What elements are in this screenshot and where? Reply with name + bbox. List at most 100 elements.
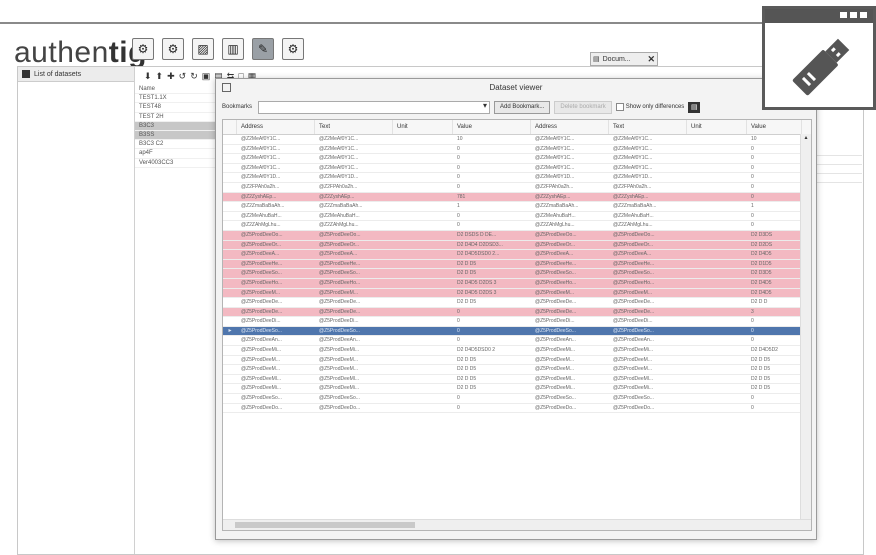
table-cell: @Z5ProdDeeA...	[319, 251, 358, 258]
column-header[interactable]: Text	[315, 120, 393, 134]
table-row[interactable]: @Z5ProdDeeDe... @Z5ProdDeeDe... D2 D D5 @Z5…	[223, 298, 811, 308]
table-row[interactable]: @Z5ProdDeeSo... @Z5ProdDeeSo... D2 D D5 @Z5…	[223, 269, 811, 279]
image-icon[interactable]: ▨	[192, 38, 214, 60]
pen-icon[interactable]: ✎	[252, 38, 274, 60]
list-item[interactable]: TEST48	[135, 103, 215, 113]
table-row[interactable]: @Z5ProdDeeMl... @Z5ProdDeeMl... D2 D D5 @Z5…	[223, 375, 811, 385]
tool-icon[interactable]: ⬇	[144, 71, 152, 82]
table-cell	[393, 356, 453, 365]
table-row[interactable]: @Z5ProdDeeHo... @Z5ProdDeeHo... D2 D4D5 D2…	[223, 278, 811, 289]
column-header[interactable]: Value	[747, 120, 802, 134]
table-cell: @Z5ProdDeeOo...	[241, 231, 283, 238]
table-cell: 0	[751, 337, 754, 344]
table-row[interactable]: @Z5ProdDeeM... @Z5ProdDeeM... D2 D4D5 D2DS…	[223, 288, 811, 299]
table-cell	[393, 336, 453, 345]
app-window: authentig ⚙ ⚙ ▨ ▥ ✎ ⚙ ▤ Docum... ✕ List …	[0, 0, 876, 555]
table-cell: 0	[457, 155, 460, 162]
gear-icon[interactable]: ⚙	[162, 38, 184, 60]
table-row[interactable]: @Z5ProdDeeA... @Z5ProdDeeA... D2 D4D5DSD0 …	[223, 250, 811, 260]
scroll-up-icon[interactable]: ▴	[801, 134, 811, 141]
table-cell: @Z5ProdDeeAn...	[319, 337, 360, 344]
brand-logo: authentig	[14, 36, 147, 70]
table-cell: @Z5ProdDeeDi...	[241, 318, 281, 325]
list-item[interactable]: B3C3 C2	[135, 140, 215, 150]
table-row[interactable]: ▸ @Z5ProdDeeSo... @Z5ProdDeeSo... 0 @Z5ProdD…	[223, 326, 811, 337]
list-item[interactable]: Name	[135, 85, 215, 95]
table-cell: 1	[751, 203, 754, 210]
table-row[interactable]: @Z2MeAhuBaH... @Z2MeAhuBaH... 0 @Z2MeAhuBaH…	[223, 212, 811, 222]
tool-icon[interactable]: ✚	[167, 71, 175, 82]
table-row[interactable]: @Z2MeAf0Y1C... @Z2MeAf0Y1C... 0 @Z2MeAf0Y1C…	[223, 164, 811, 174]
column-header[interactable]: Unit	[393, 120, 453, 134]
table-row[interactable]: @Z5ProdDeeDe... @Z5ProdDeeDe... 0 @Z5ProdDe…	[223, 307, 811, 318]
table-row[interactable]: @Z2MeAf0Y1D... @Z2MeAf0Y1D... 0 @Z2MeAf0Y1D…	[223, 173, 811, 183]
table-row[interactable]: @Z2ZAhMgLhu... @Z2ZAhMgLhu... 0 @Z2ZAhMgLhu…	[223, 221, 811, 231]
settings-icon[interactable]: ⚙	[282, 38, 304, 60]
row-marker	[223, 279, 237, 288]
table-cell: @Z5ProdDeeMi...	[535, 347, 576, 354]
list-item[interactable]: B3C3	[135, 121, 215, 131]
bookmarks-select[interactable]	[258, 100, 490, 114]
delete-bookmark-button[interactable]: Delete bookmark	[554, 100, 612, 114]
table-row[interactable]: @Z2MeAf0Y1C... @Z2MeAf0Y1C... 0 @Z2MeAf0Y1C…	[223, 154, 811, 164]
table-cell: 0	[751, 193, 754, 200]
table-cell: 0	[751, 145, 754, 152]
list-item[interactable]: Ver4003CC3	[135, 159, 215, 168]
gear-icon[interactable]: ⚙	[132, 38, 154, 60]
table-cell: @Z5ProdDeeOo...	[319, 231, 361, 238]
close-icon[interactable]: ✕	[647, 54, 655, 65]
table-row[interactable]: @Z5ProdDeeAn... @Z5ProdDeeAn... 0 @Z5ProdDe…	[223, 336, 811, 347]
table-cell	[687, 346, 747, 355]
tool-icon[interactable]: ⬆	[156, 71, 164, 82]
column-header[interactable]: Value	[453, 120, 531, 134]
table-row[interactable]: @Z2FPAh0a2h... @Z2FPAh0a2h... 0 @Z2FPAh0a2h…	[223, 183, 811, 193]
tool-icon[interactable]: ▣	[202, 71, 211, 82]
table-row[interactable]: @Z5ProdDeeDo... @Z5ProdDeeDo... 0 @Z5ProdDe…	[223, 404, 811, 414]
table-cell: @Z5ProdDeeMi...	[535, 385, 576, 392]
table-row[interactable]: @Z5ProdDeeMi... @Z5ProdDeeMi... D2 D D5 @Z5…	[223, 384, 811, 395]
list-item[interactable]: TEST1.1X	[135, 94, 215, 104]
table-row[interactable]: @Z2MeAf0Y1C... @Z2MeAf0Y1C... 10 @Z2MeAf0Y1…	[223, 135, 811, 145]
table-cell	[393, 317, 453, 326]
table-row[interactable]: @Z5ProdDeeHe... @Z5ProdDeeHe... D2 D D5 @Z5…	[223, 259, 811, 270]
table-row[interactable]: @Z5ProdDeeOr... @Z5ProdDeeOr... D2 D4D4 D2…	[223, 240, 811, 251]
table-cell: @Z5ProdDeeSo...	[535, 327, 576, 334]
horizontal-scrollbar[interactable]	[223, 519, 811, 530]
table-cell: @Z5ProdDeeM...	[241, 289, 280, 296]
table-cell: @Z2ZAhMgLhu...	[613, 222, 653, 229]
tool-icon[interactable]: ↺	[179, 71, 187, 82]
table-row[interactable]: @Z5ProdDeeMi... @Z5ProdDeeMi... D2 D4D5DSD…	[223, 346, 811, 356]
table-row[interactable]: @Z5ProdDeeM... @Z5ProdDeeM... D2 D D5 @Z5Pr…	[223, 365, 811, 375]
show-differences-toggle[interactable]: Show only differences	[615, 103, 684, 111]
tool-icon[interactable]: ↻	[190, 71, 198, 82]
table-cell: @Z5ProdDeeAn...	[535, 337, 576, 344]
window-menu-icon[interactable]	[222, 83, 231, 92]
list-item[interactable]: B3SS	[135, 130, 215, 141]
column-header[interactable]: Text	[609, 120, 687, 134]
table-cell: @Z5ProdDeeMi...	[613, 385, 654, 392]
list-item[interactable]: TEST 2H	[135, 113, 215, 122]
checkbox[interactable]	[615, 103, 624, 111]
scroll-thumb[interactable]	[235, 522, 415, 528]
table-row[interactable]: @Z5ProdDeeOo... @Z5ProdDeeOo... D2 DSDS D …	[223, 230, 811, 241]
chart-icon[interactable]: ▥	[222, 38, 244, 60]
table-row[interactable]: @Z5ProdDeeDi... @Z5ProdDeeDi... 0 @Z5ProdDe…	[223, 317, 811, 327]
column-header[interactable]: Address	[237, 120, 315, 134]
column-header[interactable]: Address	[531, 120, 609, 134]
table-row[interactable]: @Z5ProdDeeSo... @Z5ProdDeeSo... 0 @Z5ProdDe…	[223, 394, 811, 404]
table-cell: @Z5ProdDeeSo...	[319, 327, 360, 334]
export-icon[interactable]: ▤	[688, 101, 701, 113]
list-item[interactable]: ap4F	[135, 149, 215, 159]
table-row[interactable]: @Z2ZyshAEp... @Z2ZyshAEp... 781 @Z2ZyshAEp.…	[223, 192, 811, 203]
add-bookmark-button[interactable]: Add Bookmark...	[494, 100, 551, 114]
table-cell: @Z2MeAf0Y1C...	[241, 136, 281, 142]
column-header[interactable]: Unit	[687, 120, 747, 134]
table-row[interactable]: @Z2ZmaBaBaAh... @Z2ZmaBaBaAh... 1 @Z2ZmaBaB…	[223, 202, 811, 212]
table-cell: @Z2FPAh0a2h...	[535, 183, 574, 190]
vertical-scrollbar[interactable]: ▴	[800, 134, 811, 520]
table-cell: @Z5ProdDeeA...	[241, 251, 280, 258]
table-cell: @Z5ProdDeeOo...	[535, 231, 577, 238]
table-row[interactable]: @Z5ProdDeeM... @Z5ProdDeeM... D2 D D5 @Z5Pr…	[223, 356, 811, 366]
table-row[interactable]: @Z2MeAf0Y1C... @Z2MeAf0Y1C... 0 @Z2MeAf0Y1C…	[223, 145, 811, 155]
document-tab[interactable]: ▤ Docum... ✕	[590, 52, 658, 66]
